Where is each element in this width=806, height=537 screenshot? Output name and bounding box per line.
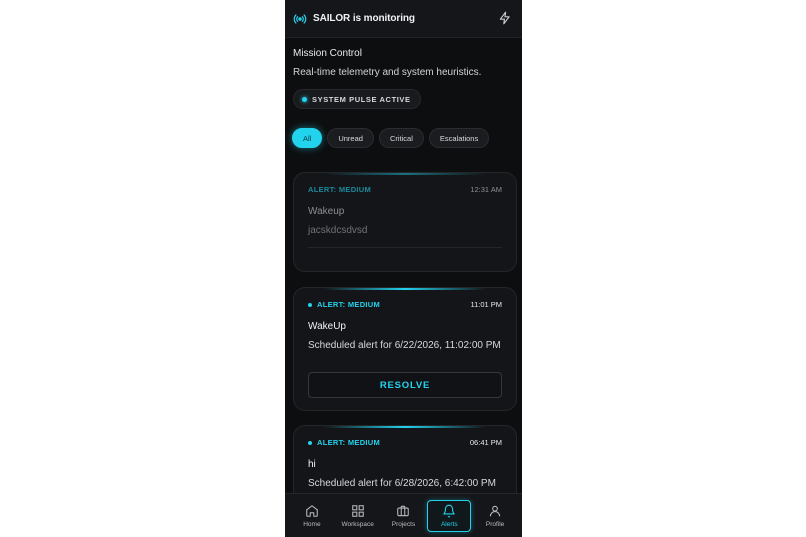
alert-severity-label: ALERT: MEDIUM: [317, 300, 381, 309]
bottom-navigation: Home Workspace Projects Alerts Profile: [285, 493, 522, 537]
filter-chip-unread[interactable]: Unread: [327, 128, 374, 148]
nav-label: Profile: [485, 520, 505, 528]
resolve-button[interactable]: RESOLVE: [308, 372, 502, 398]
alert-severity: ALERT: MEDIUM: [308, 300, 380, 309]
briefcase-icon: [397, 505, 410, 516]
filter-chip-all[interactable]: All: [292, 128, 323, 148]
alert-severity: ALERT: MEDIUM: [308, 438, 380, 447]
lightning-icon[interactable]: [498, 11, 512, 25]
nav-item-projects[interactable]: Projects: [381, 500, 425, 532]
alert-description: Scheduled alert for 6/22/2026, 11:02:00 …: [308, 340, 501, 351]
nav-item-home[interactable]: Home: [290, 500, 334, 532]
nav-item-profile[interactable]: Profile: [473, 500, 517, 532]
severity-dot-icon: [308, 440, 312, 445]
grid-icon: [351, 504, 364, 517]
page-subtitle: Real-time telemetry and system heuristic…: [293, 67, 482, 78]
filter-chip-critical[interactable]: Critical: [378, 128, 424, 148]
home-icon: [306, 504, 318, 517]
monitoring-status-title: SAILOR is monitoring: [313, 13, 415, 24]
alert-card[interactable]: ALERT: MEDIUM 12:31 AM Wakeup jacskdcsdv…: [293, 172, 517, 272]
nav-label: Alerts: [440, 520, 458, 528]
broadcast-icon: [293, 13, 307, 24]
filter-chips: All Unread Critical Escalations: [292, 128, 490, 148]
alert-title: Wakeup: [308, 206, 345, 217]
user-icon: [489, 505, 501, 516]
alert-severity: ALERT: MEDIUM: [308, 185, 372, 194]
nav-label: Home: [303, 520, 321, 528]
card-divider: [308, 247, 502, 248]
app-screen: SAILOR is monitoring Mission Control Rea…: [285, 0, 522, 537]
system-pulse-badge: SYSTEM PULSE ACTIVE: [293, 89, 421, 109]
page-title: Mission Control: [293, 48, 362, 59]
nav-label: Workspace: [341, 520, 374, 528]
pulse-label: SYSTEM PULSE ACTIVE: [312, 94, 411, 104]
top-bar: SAILOR is monitoring: [285, 0, 522, 38]
alert-time: 12:31 AM: [470, 185, 502, 194]
alert-time: 06:41 PM: [469, 438, 502, 447]
severity-dot-icon: [308, 302, 312, 307]
filter-chip-escalations[interactable]: Escalations: [428, 128, 490, 148]
alert-title: WakeUp: [308, 321, 346, 332]
alert-title: hi: [308, 459, 316, 470]
nav-item-alerts[interactable]: Alerts: [427, 499, 472, 532]
pulse-dot-icon: [302, 96, 307, 102]
alert-time: 11:01 PM: [470, 300, 502, 309]
alert-card[interactable]: ALERT: MEDIUM 11:01 PM WakeUp Scheduled …: [293, 287, 517, 411]
alert-description: jacskdcsdvsd: [308, 225, 368, 236]
nav-item-workspace[interactable]: Workspace: [336, 500, 380, 532]
alert-severity-label: ALERT: MEDIUM: [317, 438, 381, 447]
nav-label: Projects: [391, 520, 416, 528]
bell-icon: [443, 504, 456, 517]
alert-description: Scheduled alert for 6/28/2026, 6:42:00 P…: [308, 478, 496, 489]
